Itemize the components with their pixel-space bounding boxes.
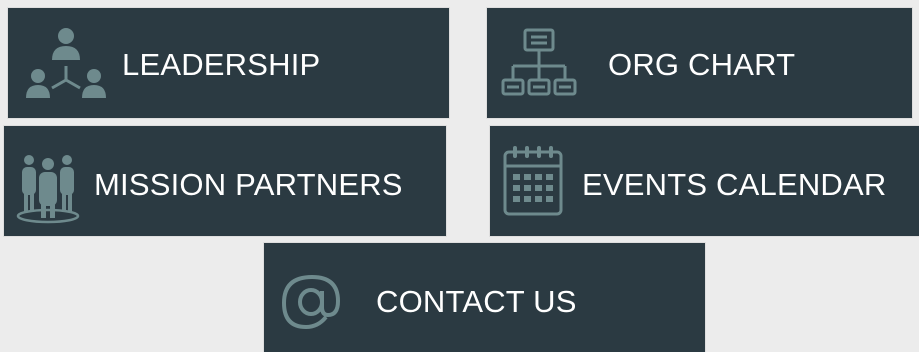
org-chart-tile[interactable]: ORG CHART — [487, 8, 912, 118]
events-calendar-tile[interactable]: EVENTS CALENDAR — [490, 126, 919, 236]
events-calendar-label: EVENTS CALENDAR — [582, 167, 887, 202]
contact-us-tile[interactable]: CONTACT US — [264, 243, 705, 352]
org-chart-icon — [501, 26, 577, 104]
quick-links-panel: LEADERSHIP ORG CHART MISSION PARTNERS EV… — [0, 0, 919, 352]
mission-partners-tile[interactable]: MISSION PARTNERS — [4, 126, 446, 236]
leadership-people-icon — [22, 26, 110, 104]
at-sign-icon — [274, 271, 348, 333]
org-chart-label: ORG CHART — [608, 47, 796, 82]
leadership-tile[interactable]: LEADERSHIP — [8, 8, 449, 118]
leadership-label: LEADERSHIP — [122, 47, 321, 82]
mission-partners-label: MISSION PARTNERS — [94, 167, 403, 202]
group-people-icon — [14, 144, 82, 224]
calendar-icon — [501, 142, 565, 222]
contact-us-label: CONTACT US — [376, 284, 577, 319]
